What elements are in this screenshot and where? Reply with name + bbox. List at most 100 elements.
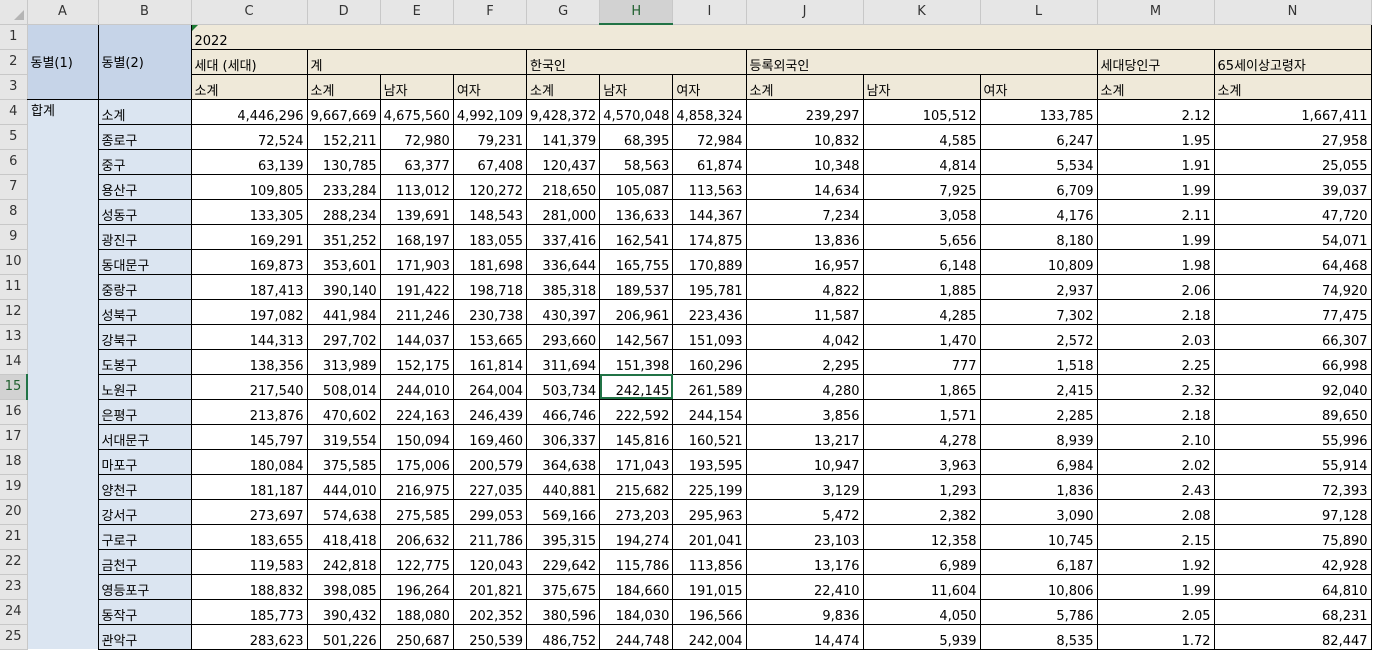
header-year[interactable]: 2022 <box>191 24 1372 50</box>
value-cell[interactable]: 72,524 <box>191 124 308 150</box>
value-cell[interactable]: 16,957 <box>746 249 864 275</box>
value-cell[interactable]: 1,865 <box>863 374 981 400</box>
value-cell[interactable]: 364,638 <box>526 449 601 475</box>
column-header-G[interactable]: G <box>526 0 601 25</box>
row-header-11[interactable]: 11 <box>0 274 28 300</box>
value-cell[interactable]: 7,234 <box>746 199 864 225</box>
value-cell[interactable]: 777 <box>863 349 981 375</box>
value-cell[interactable]: 27,958 <box>1214 124 1372 150</box>
value-cell[interactable]: 136,633 <box>599 199 674 225</box>
value-cell[interactable]: 216,975 <box>380 474 454 500</box>
district-name-cell[interactable]: 성북구 <box>98 299 192 325</box>
value-cell[interactable]: 242,818 <box>307 549 381 575</box>
value-cell[interactable]: 151,093 <box>672 324 747 350</box>
value-cell[interactable]: 239,297 <box>746 99 864 125</box>
value-cell[interactable]: 113,856 <box>672 549 747 575</box>
value-cell[interactable]: 133,785 <box>980 99 1098 125</box>
value-cell[interactable]: 13,176 <box>746 549 864 575</box>
value-cell[interactable]: 4,585 <box>863 124 981 150</box>
value-cell[interactable]: 196,264 <box>380 574 454 600</box>
value-cell[interactable]: 142,567 <box>599 324 674 350</box>
district-name-cell[interactable]: 성동구 <box>98 199 192 225</box>
district-name-cell[interactable]: 양천구 <box>98 474 192 500</box>
district-name-cell[interactable]: 관악구 <box>98 624 192 650</box>
value-cell[interactable]: 67,408 <box>453 149 528 175</box>
value-cell[interactable]: 311,694 <box>526 349 601 375</box>
value-cell[interactable]: 218,650 <box>526 174 601 200</box>
value-cell[interactable]: 1.99 <box>1097 574 1215 600</box>
value-cell[interactable]: 193,595 <box>672 449 747 475</box>
row-header-10[interactable]: 10 <box>0 249 28 275</box>
district-name-cell[interactable]: 동대문구 <box>98 249 192 275</box>
subheader-cell[interactable]: 소계 <box>1097 74 1215 100</box>
column-header-E[interactable]: E <box>380 0 454 25</box>
value-cell[interactable]: 1.72 <box>1097 624 1215 650</box>
value-cell[interactable]: 2.15 <box>1097 524 1215 550</box>
value-cell[interactable]: 120,043 <box>453 549 528 575</box>
value-cell[interactable]: 145,816 <box>599 424 674 450</box>
column-header-L[interactable]: L <box>980 0 1098 25</box>
value-cell[interactable]: 47,720 <box>1214 199 1372 225</box>
value-cell[interactable]: 2.06 <box>1097 274 1215 300</box>
row-header-22[interactable]: 22 <box>0 549 28 575</box>
value-cell[interactable]: 152,175 <box>380 349 454 375</box>
row-header-7[interactable]: 7 <box>0 174 28 200</box>
row-header-2[interactable]: 2 <box>0 49 28 75</box>
value-cell[interactable]: 201,041 <box>672 524 747 550</box>
value-cell[interactable]: 3,963 <box>863 449 981 475</box>
value-cell[interactable]: 82,447 <box>1214 624 1372 650</box>
subheader-cell[interactable]: 여자 <box>672 74 747 100</box>
value-cell[interactable]: 375,585 <box>307 449 381 475</box>
row-header-8[interactable]: 8 <box>0 199 28 225</box>
district-name-cell[interactable]: 동작구 <box>98 599 192 625</box>
value-cell[interactable]: 2.08 <box>1097 499 1215 525</box>
row-header-21[interactable]: 21 <box>0 524 28 550</box>
value-cell[interactable]: 574,638 <box>307 499 381 525</box>
value-cell[interactable]: 230,738 <box>453 299 528 325</box>
value-cell[interactable]: 66,998 <box>1214 349 1372 375</box>
value-cell[interactable]: 55,996 <box>1214 424 1372 450</box>
value-cell[interactable]: 2.03 <box>1097 324 1215 350</box>
value-cell[interactable]: 66,307 <box>1214 324 1372 350</box>
value-cell[interactable]: 5,656 <box>863 224 981 250</box>
value-cell[interactable]: 8,180 <box>980 224 1098 250</box>
value-cell[interactable]: 5,786 <box>980 599 1098 625</box>
column-header-F[interactable]: F <box>453 0 528 25</box>
row-header-24[interactable]: 24 <box>0 599 28 625</box>
value-cell[interactable]: 1,293 <box>863 474 981 500</box>
value-cell[interactable]: 3,058 <box>863 199 981 225</box>
row-header-6[interactable]: 6 <box>0 149 28 175</box>
row-header-15[interactable]: 15 <box>0 374 28 400</box>
value-cell[interactable]: 297,702 <box>307 324 381 350</box>
value-cell[interactable]: 225,199 <box>672 474 747 500</box>
value-cell[interactable]: 211,246 <box>380 299 454 325</box>
row-header-20[interactable]: 20 <box>0 499 28 525</box>
value-cell[interactable]: 227,035 <box>453 474 528 500</box>
value-cell[interactable]: 2,572 <box>980 324 1098 350</box>
column-header-D[interactable]: D <box>307 0 381 25</box>
value-cell[interactable]: 3,090 <box>980 499 1098 525</box>
value-cell[interactable]: 196,566 <box>672 599 747 625</box>
value-cell[interactable]: 250,687 <box>380 624 454 650</box>
row-header-4[interactable]: 4 <box>0 99 28 125</box>
value-cell[interactable]: 244,154 <box>672 399 747 425</box>
subheader-cell[interactable]: 여자 <box>453 74 528 100</box>
value-cell[interactable]: 2.32 <box>1097 374 1215 400</box>
value-cell[interactable]: 2,295 <box>746 349 864 375</box>
district-name-cell[interactable]: 영등포구 <box>98 574 192 600</box>
row-header-25[interactable]: 25 <box>0 624 28 650</box>
value-cell[interactable]: 336,644 <box>526 249 601 275</box>
column-header-A[interactable]: A <box>27 0 99 25</box>
value-cell[interactable]: 222,592 <box>599 399 674 425</box>
value-cell[interactable]: 181,187 <box>191 474 308 500</box>
subheader-cell[interactable]: 남자 <box>599 74 674 100</box>
value-cell[interactable]: 169,460 <box>453 424 528 450</box>
value-cell[interactable]: 9,836 <box>746 599 864 625</box>
subheader-cell[interactable]: 남자 <box>380 74 454 100</box>
value-cell[interactable]: 187,413 <box>191 274 308 300</box>
value-cell[interactable]: 2.12 <box>1097 99 1215 125</box>
subheader-cell[interactable]: 소계 <box>307 74 381 100</box>
district-name-cell[interactable]: 강북구 <box>98 324 192 350</box>
district-name-cell[interactable]: 마포구 <box>98 449 192 475</box>
value-cell[interactable]: 10,745 <box>980 524 1098 550</box>
